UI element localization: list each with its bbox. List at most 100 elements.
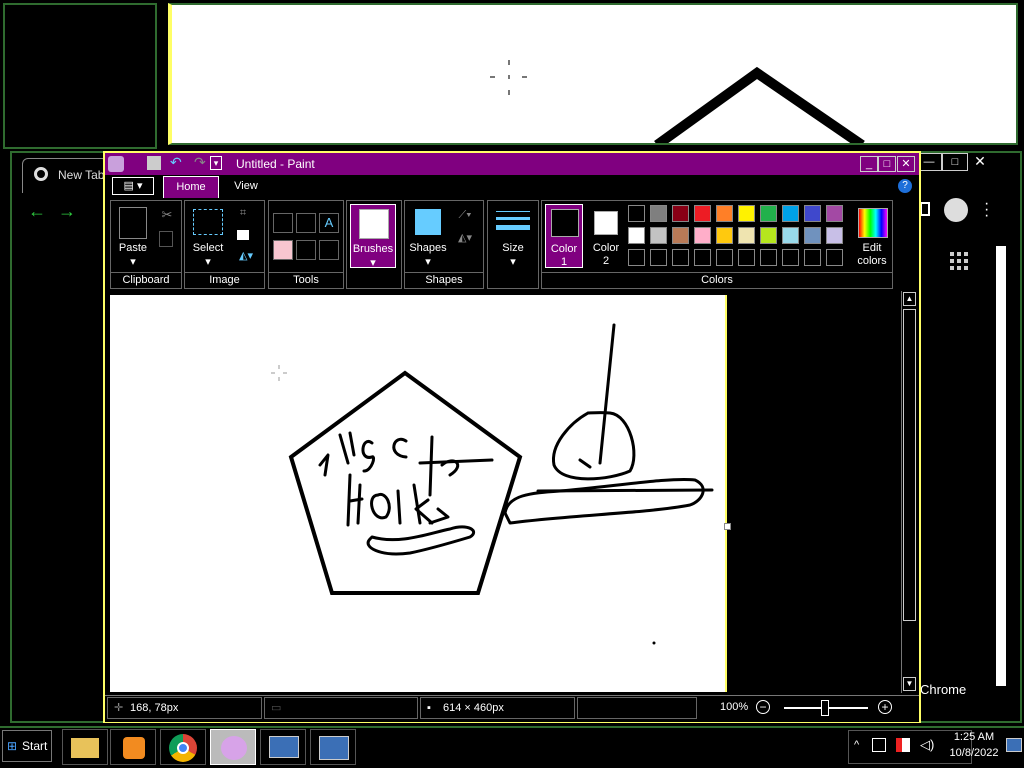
taskbar-keyboard-app[interactable] bbox=[310, 729, 356, 765]
paste-icon[interactable] bbox=[119, 207, 147, 239]
palette-swatch[interactable] bbox=[716, 205, 733, 222]
palette-swatch[interactable] bbox=[650, 227, 667, 244]
quick-access-dropdown-icon[interactable]: ▾ bbox=[210, 156, 222, 170]
vertical-scrollbar[interactable]: ▲ ▼ bbox=[901, 291, 918, 693]
select-dropdown-icon[interactable]: ▾ bbox=[185, 255, 231, 268]
paste-label[interactable]: Paste bbox=[111, 242, 155, 254]
palette-swatch[interactable] bbox=[804, 205, 821, 222]
shapes-dropdown-icon[interactable]: ▾ bbox=[405, 255, 451, 268]
paint-app-icon[interactable] bbox=[108, 156, 124, 172]
magnifier-icon[interactable] bbox=[319, 240, 339, 260]
color-picker-icon[interactable] bbox=[296, 240, 316, 260]
shapes-icon[interactable] bbox=[415, 209, 441, 235]
network-icon[interactable] bbox=[872, 738, 886, 752]
palette-swatch[interactable] bbox=[716, 227, 733, 244]
tray-overflow-icon[interactable]: ^ bbox=[854, 739, 859, 751]
show-desktop-icon[interactable] bbox=[1006, 738, 1022, 752]
scroll-thumb[interactable] bbox=[903, 309, 916, 621]
palette-swatch[interactable] bbox=[760, 227, 777, 244]
fill-icon[interactable] bbox=[296, 213, 316, 233]
canvas-resize-handle[interactable] bbox=[724, 523, 731, 530]
palette-empty-swatch[interactable] bbox=[760, 249, 777, 266]
tab-home[interactable]: Home bbox=[163, 176, 219, 198]
shapes-label[interactable]: Shapes bbox=[405, 242, 451, 254]
apps-grid-icon[interactable] bbox=[950, 252, 968, 270]
palette-empty-swatch[interactable] bbox=[716, 249, 733, 266]
clock-date[interactable]: 10/8/2022 bbox=[944, 747, 1004, 759]
paint-canvas[interactable] bbox=[110, 295, 727, 692]
palette-swatch[interactable] bbox=[782, 205, 799, 222]
palette-empty-swatch[interactable] bbox=[782, 249, 799, 266]
help-icon[interactable]: ? bbox=[898, 179, 912, 193]
cut-icon[interactable]: ✂ bbox=[157, 207, 177, 223]
palette-swatch[interactable] bbox=[826, 227, 843, 244]
palette-empty-swatch[interactable] bbox=[826, 249, 843, 266]
palette-swatch[interactable] bbox=[628, 205, 645, 222]
rotate-icon[interactable]: ◭▾ bbox=[233, 249, 259, 262]
palette-swatch[interactable] bbox=[782, 227, 799, 244]
fill-shape-icon[interactable]: ◭▾ bbox=[453, 231, 477, 244]
palette-swatch[interactable] bbox=[672, 205, 689, 222]
color2-button[interactable]: Color 2 bbox=[586, 204, 626, 268]
palette-swatch[interactable] bbox=[760, 205, 777, 222]
undo-icon[interactable]: ↶ bbox=[170, 154, 182, 171]
chrome-scrollbar[interactable] bbox=[996, 246, 1006, 686]
paint-title-bar[interactable] bbox=[105, 153, 919, 175]
volume-icon[interactable]: ◁) bbox=[920, 737, 934, 753]
resize-icon[interactable] bbox=[237, 230, 249, 240]
zoom-in-icon[interactable]: + bbox=[878, 700, 892, 714]
size-label[interactable]: Size bbox=[488, 242, 538, 254]
back-arrow-icon[interactable]: ← bbox=[28, 201, 46, 222]
action-center-icon[interactable] bbox=[896, 738, 910, 752]
taskbar-explorer[interactable] bbox=[62, 729, 108, 765]
palette-swatch[interactable] bbox=[826, 205, 843, 222]
text-icon[interactable]: A bbox=[319, 213, 339, 233]
paste-dropdown-icon[interactable]: ▾ bbox=[111, 255, 155, 268]
chrome-menu-icon[interactable]: · · · bbox=[984, 196, 989, 224]
size-icon[interactable] bbox=[496, 211, 530, 235]
palette-swatch[interactable] bbox=[804, 227, 821, 244]
palette-swatch[interactable] bbox=[738, 227, 755, 244]
scroll-up-icon[interactable]: ▲ bbox=[903, 292, 916, 306]
palette-swatch[interactable] bbox=[628, 227, 645, 244]
start-button[interactable]: ⊞ Start bbox=[2, 730, 52, 762]
chrome-extension-icon[interactable] bbox=[920, 202, 930, 216]
select-label[interactable]: Select bbox=[185, 242, 231, 254]
chrome-maximize-button[interactable]: □ bbox=[942, 153, 968, 171]
palette-empty-swatch[interactable] bbox=[672, 249, 689, 266]
zoom-out-icon[interactable]: − bbox=[756, 700, 770, 714]
palette-empty-swatch[interactable] bbox=[694, 249, 711, 266]
crop-icon[interactable]: ⌗ bbox=[233, 207, 253, 220]
file-menu-button[interactable]: ▤ ▾ bbox=[112, 177, 154, 195]
taskbar-paint[interactable] bbox=[210, 729, 256, 765]
edit-colors-button[interactable]: Edit colors bbox=[852, 204, 892, 268]
clock-time[interactable]: 1:25 AM bbox=[944, 731, 1004, 743]
palette-swatch[interactable] bbox=[694, 205, 711, 222]
palette-swatch[interactable] bbox=[672, 227, 689, 244]
scroll-down-icon[interactable]: ▼ bbox=[903, 677, 916, 691]
eraser-icon[interactable] bbox=[273, 240, 293, 260]
palette-empty-swatch[interactable] bbox=[650, 249, 667, 266]
profile-avatar-icon[interactable] bbox=[944, 198, 968, 222]
palette-swatch[interactable] bbox=[650, 205, 667, 222]
size-dropdown-icon[interactable]: ▾ bbox=[488, 255, 538, 268]
forward-arrow-icon[interactable]: → bbox=[58, 201, 76, 222]
brushes-button[interactable]: Brushes ▾ bbox=[350, 204, 396, 269]
outline-icon[interactable]: ⟋▾ bbox=[453, 209, 477, 222]
chrome-close-button[interactable]: ✕ bbox=[968, 153, 992, 169]
pencil-icon[interactable] bbox=[273, 213, 293, 233]
paint-maximize-button[interactable]: □ bbox=[878, 156, 896, 172]
zoom-slider-thumb[interactable] bbox=[821, 700, 829, 716]
taskbar-remote-desktop[interactable] bbox=[260, 729, 306, 765]
palette-empty-swatch[interactable] bbox=[804, 249, 821, 266]
palette-empty-swatch[interactable] bbox=[738, 249, 755, 266]
color1-button[interactable]: Color 1 bbox=[545, 204, 583, 268]
palette-swatch[interactable] bbox=[694, 227, 711, 244]
paint-minimize-button[interactable]: _ bbox=[860, 156, 878, 172]
redo-icon[interactable]: ↷ bbox=[194, 154, 206, 171]
tab-view[interactable]: View bbox=[226, 180, 266, 192]
paint-close-button[interactable]: ✕ bbox=[897, 156, 915, 172]
palette-swatch[interactable] bbox=[738, 205, 755, 222]
select-icon[interactable] bbox=[193, 209, 223, 235]
taskbar-chrome[interactable] bbox=[160, 729, 206, 765]
